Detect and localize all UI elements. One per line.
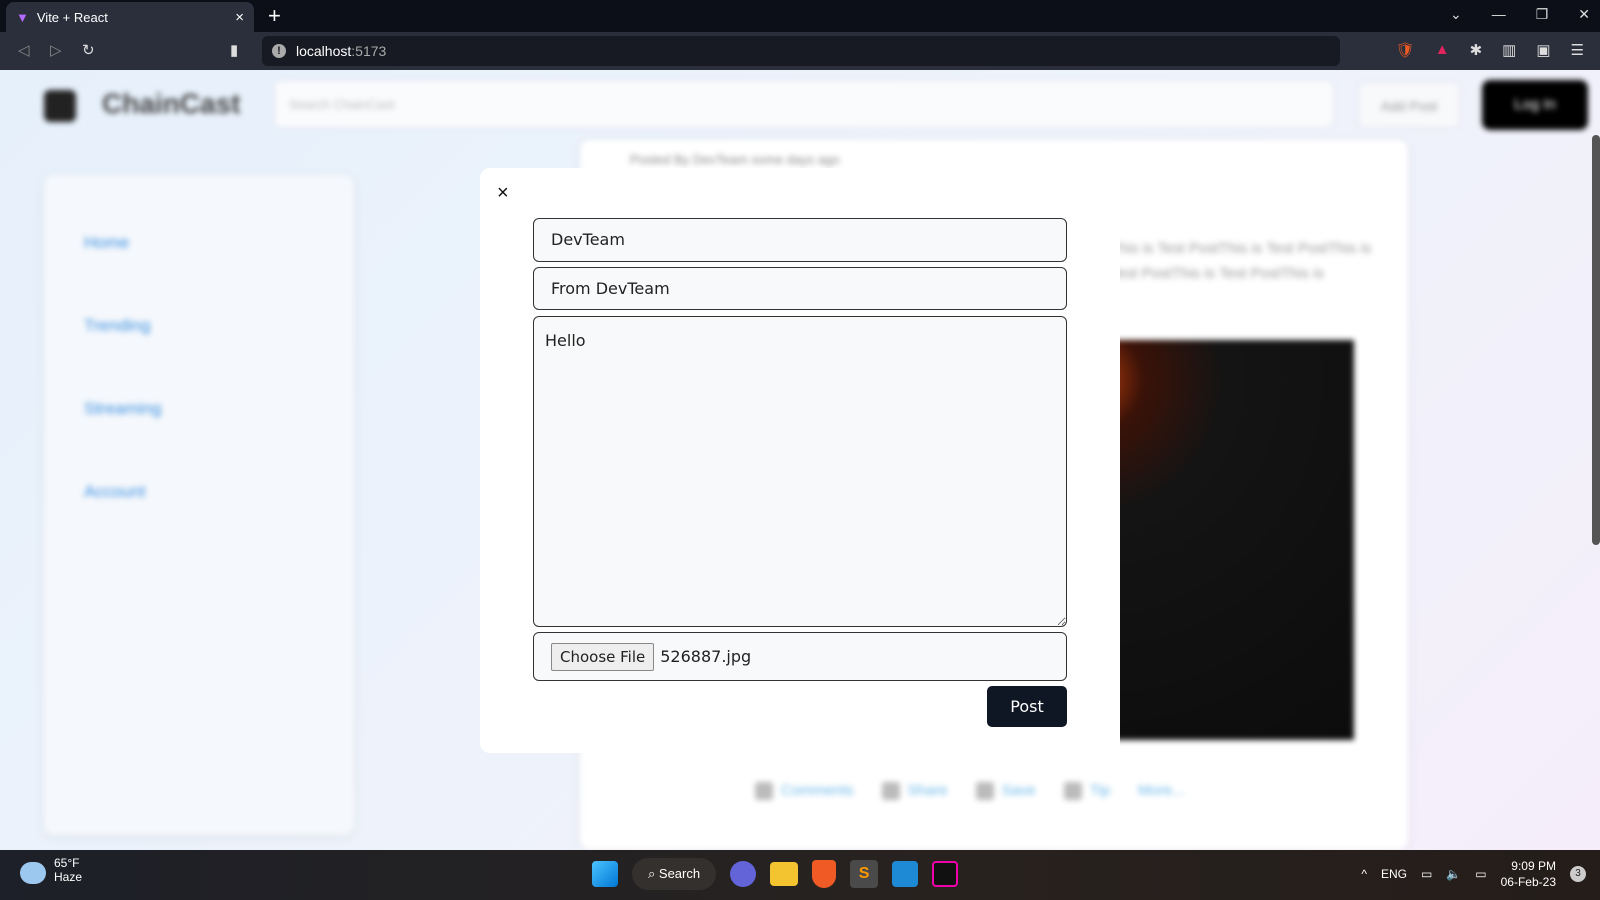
sidebar-item-account: Account — [84, 482, 146, 501]
close-window-button[interactable]: ✕ — [1578, 6, 1590, 23]
vite-logo-icon: ▼ — [16, 9, 29, 25]
sidebar-item-home: Home — [84, 233, 130, 252]
search-input: Search ChainCast — [274, 80, 1334, 128]
minimize-button[interactable]: — — [1492, 6, 1506, 23]
brave-rewards-icon[interactable]: ▲ — [1435, 41, 1450, 59]
sidebar-item-streaming: Streaming — [84, 399, 162, 418]
menu-icon[interactable]: ☰ — [1571, 41, 1584, 59]
url-host: localhost — [296, 43, 352, 59]
back-icon[interactable]: ◁ — [18, 41, 30, 59]
vscode-icon[interactable] — [892, 861, 919, 887]
title-input[interactable]: DevTeam — [533, 218, 1067, 262]
temperature: 65°F — [54, 856, 80, 870]
clock[interactable]: 9:09 PM 06-Feb-23 — [1501, 858, 1556, 890]
wallet-icon[interactable]: ▣ — [1536, 41, 1550, 59]
close-icon[interactable]: × — [497, 182, 509, 205]
sidebar-icon[interactable]: ▥ — [1502, 41, 1516, 59]
url-port: :5173 — [351, 43, 387, 59]
brand-name: ChainCast — [102, 88, 241, 119]
tip-action: Tip — [1063, 782, 1110, 801]
start-windows-icon[interactable] — [592, 861, 618, 887]
show-hidden-icons-icon[interactable]: ^ — [1361, 867, 1367, 881]
close-tab-icon[interactable]: × — [235, 9, 244, 26]
scrollbar[interactable] — [1592, 135, 1600, 545]
forward-icon[interactable]: ▷ — [50, 41, 62, 59]
taskbar-search-button[interactable]: ⌕ Search — [632, 858, 717, 890]
taskbar: 65°F Haze ⌕ Search S ^ ENG ▭ 🔈 ▭ 9:09 PM 0… — [0, 850, 1600, 900]
weather-condition: Haze — [54, 870, 83, 884]
tab-vite-react[interactable]: ▼ Vite + React × — [6, 2, 254, 32]
sublime-text-icon[interactable]: S — [850, 860, 879, 888]
network-icon[interactable]: ▭ — [1421, 867, 1432, 881]
post-meta: Posted By DevTeam some days ago — [630, 152, 840, 167]
subtitle-input[interactable]: From DevTeam — [533, 267, 1067, 310]
volume-icon[interactable]: 🔈 — [1446, 867, 1461, 881]
language-indicator[interactable]: ENG — [1381, 867, 1407, 881]
save-action: Save — [975, 782, 1036, 801]
bookmark-icon[interactable]: ▮ — [230, 41, 238, 59]
tab-title: Vite + React — [36, 9, 108, 25]
sidebar-item-trending: Trending — [84, 316, 151, 335]
more-action: More... — [1138, 782, 1185, 799]
body-textarea[interactable]: Hello — [533, 316, 1067, 627]
terminal-icon[interactable] — [932, 861, 959, 887]
system-tray: ^ ENG ▭ 🔈 ▭ 9:09 PM 06-Feb-23 3 — [1361, 858, 1586, 890]
post-body: This is Test PostThis is Test PostThis i… — [1110, 240, 1372, 282]
file-explorer-icon[interactable] — [770, 862, 799, 886]
battery-icon[interactable]: ▭ — [1475, 867, 1486, 881]
meet-icon[interactable] — [730, 861, 757, 887]
post-actions: Comments Share Save Tip More... — [755, 782, 1185, 801]
file-input[interactable]: Choose File 526887.jpg — [533, 632, 1067, 681]
weather-widget[interactable]: 65°F Haze — [20, 856, 82, 884]
window-controls: ⌄ — ❐ ✕ — [1450, 6, 1590, 23]
chaincast-logo — [44, 90, 76, 122]
taskbar-apps: ⌕ Search S — [592, 858, 959, 890]
weather-cloud-icon — [20, 862, 46, 884]
address-bar-row: ◁ ▷ ↻ ▮ ! localhost:5173 🛡 ▲ ✱ ▥ ▣ ☰ — [0, 32, 1600, 70]
choose-file-button[interactable]: Choose File — [551, 642, 655, 671]
file-name: 526887.jpg — [660, 647, 752, 666]
share-action: Share — [881, 782, 948, 801]
add-post-modal: × DevTeam From DevTeam Hello Choose File… — [480, 168, 1120, 753]
maximize-button[interactable]: ❐ — [1536, 6, 1549, 23]
comments-action: Comments — [755, 782, 854, 801]
site-info-icon[interactable]: ! — [272, 44, 286, 58]
login-button: Log In — [1482, 80, 1588, 130]
extensions-icon[interactable]: ✱ — [1470, 41, 1483, 59]
new-tab-button[interactable]: + — [268, 3, 281, 29]
brave-shields-icon[interactable]: 🛡 — [1396, 41, 1415, 59]
browser-toolbar: 🛡 ▲ ✱ ▥ ▣ ☰ — [1396, 41, 1584, 59]
notification-badge[interactable]: 3 — [1570, 866, 1586, 882]
url-input[interactable]: ! localhost:5173 — [262, 36, 1340, 66]
tab-bar: ▼ Vite + React × + ⌄ — ❐ ✕ — [0, 0, 1600, 32]
add-post-button: Add Post — [1358, 82, 1460, 128]
reload-icon[interactable]: ↻ — [82, 41, 95, 59]
brave-browser-icon[interactable] — [812, 860, 837, 888]
tab-search-icon[interactable]: ⌄ — [1450, 6, 1462, 23]
post-button[interactable]: Post — [987, 686, 1067, 727]
sidebar: Home Trending Streaming Account — [44, 175, 354, 835]
